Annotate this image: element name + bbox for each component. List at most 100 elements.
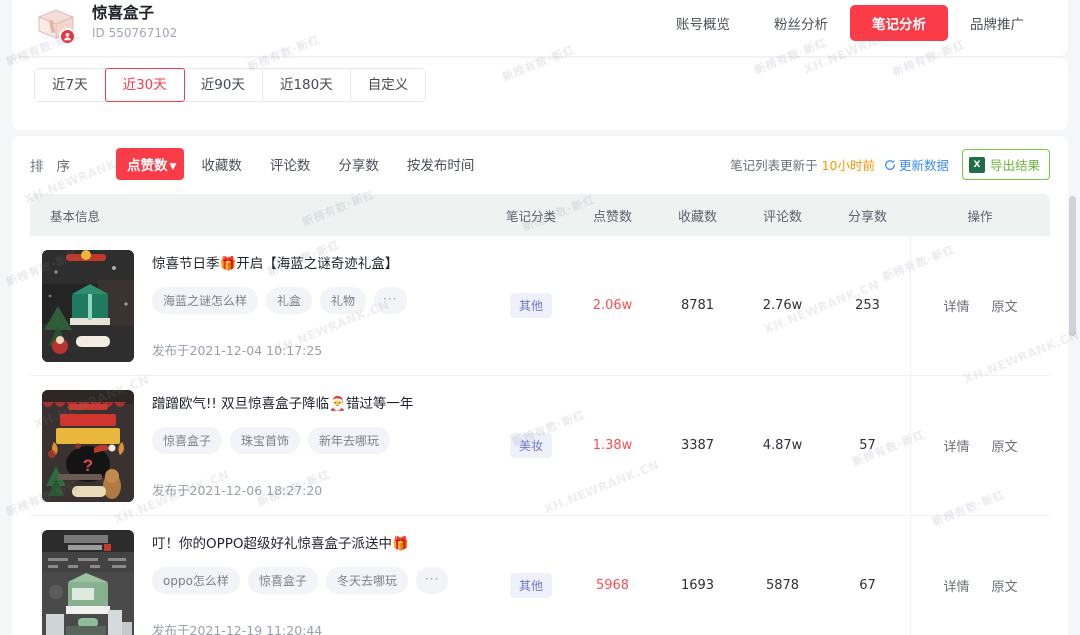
original-link[interactable]: 原文 xyxy=(992,296,1018,315)
note-thumbnail[interactable] xyxy=(42,249,134,362)
sort-option-publish-time[interactable]: 按发布时间 xyxy=(396,148,486,180)
export-button-label: 导出结果 xyxy=(989,158,1040,173)
th-basic-info: 基本信息 xyxy=(50,208,101,224)
row-actions: 详情 原文 xyxy=(910,376,1050,515)
th-likes: 点赞数 xyxy=(592,209,632,225)
category-badge: 其他 xyxy=(509,573,552,598)
note-meta: 蹭蹭欧气!! 双旦惊喜盒子降临🎅错过等一年 惊喜盒子 珠宝首饰 新年去哪玩 发布… xyxy=(152,392,492,499)
page-root: 惊喜盒子 ID 550767102 账号概览 粉丝分析 笔记分析 品牌推广 近7… xyxy=(0,0,1080,635)
note-thumbnail[interactable]: ? xyxy=(42,389,134,502)
row-collects: 8781 xyxy=(680,298,715,313)
table-header-row: 基本信息 笔记分类 点赞数 收藏数 评论数 分享数 操作 xyxy=(30,194,1050,236)
nav-item-overview[interactable]: 账号概览 xyxy=(654,5,752,41)
top-nav: 账号概览 粉丝分析 笔记分析 品牌推广 xyxy=(654,5,1068,41)
nav-item-notes[interactable]: 笔记分析 xyxy=(850,5,948,41)
note-thumbnail[interactable] xyxy=(42,529,134,635)
row-category: 美妆 xyxy=(492,376,570,515)
row-comments: 2.76w xyxy=(762,298,803,313)
note-meta: 叮！你的OPPO超级好礼惊喜盒子派送中🎁 oppo怎么样 惊喜盒子 冬天去哪玩 … xyxy=(152,532,492,635)
detail-link[interactable]: 详情 xyxy=(943,436,969,455)
note-tag[interactable]: 礼物 xyxy=(320,287,367,314)
note-tags: 惊喜盒子 珠宝首饰 新年去哪玩 xyxy=(152,427,492,454)
account-identity: 惊喜盒子 ID 550767102 xyxy=(12,1,177,45)
date-filter-7d[interactable]: 近7天 xyxy=(35,69,106,101)
svg-text:?: ? xyxy=(83,456,93,475)
row-shares: 57 xyxy=(859,438,876,453)
note-tag[interactable]: 海蓝之谜怎么样 xyxy=(152,287,259,314)
user-badge-icon xyxy=(59,28,76,45)
note-list-panel: 排序 点赞数 ▼ 收藏数 评论数 分享数 按发布时间 笔记列表更新于 10小时前 … xyxy=(12,136,1068,635)
account-header-card: 惊喜盒子 ID 550767102 账号概览 粉丝分析 笔记分析 品牌推广 xyxy=(12,0,1068,56)
refresh-data-label: 更新数据 xyxy=(898,158,949,173)
note-tag[interactable]: 惊喜盒子 xyxy=(152,427,223,454)
date-filter-30d[interactable]: 近30天 xyxy=(104,68,185,102)
note-publish-date: 发布于2021-12-19 11:20:44 xyxy=(152,623,323,635)
note-tag[interactable]: 惊喜盒子 xyxy=(247,567,318,594)
note-tag[interactable]: oppo怎么样 xyxy=(152,567,240,594)
table-row: 叮！你的OPPO超级好礼惊喜盒子派送中🎁 oppo怎么样 惊喜盒子 冬天去哪玩 … xyxy=(30,516,1050,635)
detail-link[interactable]: 详情 xyxy=(943,296,969,315)
original-link[interactable]: 原文 xyxy=(992,576,1018,595)
notes-table: 基本信息 笔记分类 点赞数 收藏数 评论数 分享数 操作 惊喜节日季🎁开启【海蓝… xyxy=(30,194,1050,635)
excel-icon-letter: X xyxy=(973,159,981,170)
row-basic-info: 叮！你的OPPO超级好礼惊喜盒子派送中🎁 oppo怎么样 惊喜盒子 冬天去哪玩 … xyxy=(30,516,492,635)
row-likes: 5968 xyxy=(595,578,630,593)
note-tag[interactable]: 礼盒 xyxy=(266,287,313,314)
note-title[interactable]: 蹭蹭欧气!! 双旦惊喜盒子降临🎅错过等一年 xyxy=(152,394,492,414)
th-comments: 评论数 xyxy=(762,209,802,225)
filter-card: 近7天 近30天 近90天 近180天 自定义 笔记类型 全部笔记 视频笔记 xyxy=(12,58,1068,130)
note-tag[interactable]: 冬天去哪玩 xyxy=(325,567,408,594)
update-export-group: 笔记列表更新于 10小时前 更新数据 X 导出结果 xyxy=(730,149,1050,180)
original-link[interactable]: 原文 xyxy=(992,436,1018,455)
note-tags: oppo怎么样 惊喜盒子 冬天去哪玩 ··· xyxy=(152,567,492,594)
nav-item-brand[interactable]: 品牌推广 xyxy=(948,5,1046,41)
note-tag[interactable]: 珠宝首饰 xyxy=(230,427,301,454)
note-tag[interactable]: 新年去哪玩 xyxy=(308,427,391,454)
th-category: 笔记分类 xyxy=(505,208,556,224)
table-row: 惊喜节日季🎁开启【海蓝之谜奇迹礼盒】 海蓝之谜怎么样 礼盒 礼物 ··· 发布于… xyxy=(30,236,1050,376)
row-basic-info: 惊喜节日季🎁开启【海蓝之谜奇迹礼盒】 海蓝之谜怎么样 礼盒 礼物 ··· 发布于… xyxy=(30,236,492,375)
date-filter-90d[interactable]: 近90天 xyxy=(183,69,263,101)
avatar[interactable] xyxy=(34,1,78,45)
refresh-data-link[interactable]: 更新数据 xyxy=(884,155,949,174)
row-actions: 详情 原文 xyxy=(910,236,1050,375)
th-collects: 收藏数 xyxy=(677,209,717,225)
row-comments: 5878 xyxy=(765,578,800,593)
row-category: 其他 xyxy=(492,516,570,635)
account-text: 惊喜盒子 ID 550767102 xyxy=(92,4,177,42)
account-name: 惊喜盒子 xyxy=(92,4,155,22)
sort-option-likes-label: 点赞数 xyxy=(127,158,168,174)
date-range-segmented: 近7天 近30天 近90天 近180天 自定义 xyxy=(34,68,427,102)
sort-bar: 排序 点赞数 ▼ 收藏数 评论数 分享数 按发布时间 笔记列表更新于 10小时前 … xyxy=(12,136,1068,194)
note-tag-more[interactable]: ··· xyxy=(415,567,449,594)
sort-option-collects[interactable]: 收藏数 xyxy=(190,148,253,180)
note-publish-date: 发布于2021-12-04 10:17:25 xyxy=(152,343,323,358)
date-filter-180d[interactable]: 近180天 xyxy=(262,69,351,101)
sort-option-comments[interactable]: 评论数 xyxy=(259,148,322,180)
detail-link[interactable]: 详情 xyxy=(943,576,969,595)
update-status-text: 笔记列表更新于 10小时前 xyxy=(730,155,875,174)
list-scrollbar-thumb[interactable] xyxy=(1069,196,1076,336)
row-collects: 1693 xyxy=(680,578,715,593)
note-tag-more[interactable]: ··· xyxy=(374,287,407,314)
sort-desc-arrow-icon: ▼ xyxy=(169,162,177,172)
note-title[interactable]: 惊喜节日季🎁开启【海蓝之谜奇迹礼盒】 xyxy=(152,254,492,274)
nav-item-fans[interactable]: 粉丝分析 xyxy=(752,5,850,41)
row-shares: 67 xyxy=(859,578,876,593)
note-publish-date: 发布于2021-12-06 18:27:20 xyxy=(152,483,323,498)
account-id: ID 550767102 xyxy=(92,26,178,40)
export-button[interactable]: X 导出结果 xyxy=(961,149,1050,180)
row-likes: 2.06w xyxy=(592,298,633,313)
date-filter-custom[interactable]: 自定义 xyxy=(350,69,426,101)
row-actions: 详情 原文 xyxy=(910,516,1050,635)
note-title[interactable]: 叮！你的OPPO超级好礼惊喜盒子派送中🎁 xyxy=(152,534,492,554)
row-collects: 3387 xyxy=(680,438,715,453)
update-time: 10小时前 xyxy=(821,158,875,173)
th-actions: 操作 xyxy=(967,208,993,224)
row-likes: 1.38w xyxy=(592,438,633,453)
table-row: ? 蹭蹭欧气!! 双旦惊喜盒子降临🎅错过等一年 惊喜盒子 珠宝首饰 新年去哪玩 … xyxy=(30,376,1050,516)
sort-option-likes[interactable]: 点赞数 ▼ xyxy=(116,148,185,180)
excel-icon: X xyxy=(968,156,985,173)
sort-option-shares[interactable]: 分享数 xyxy=(327,148,390,180)
note-tags: 海蓝之谜怎么样 礼盒 礼物 ··· xyxy=(152,287,492,314)
